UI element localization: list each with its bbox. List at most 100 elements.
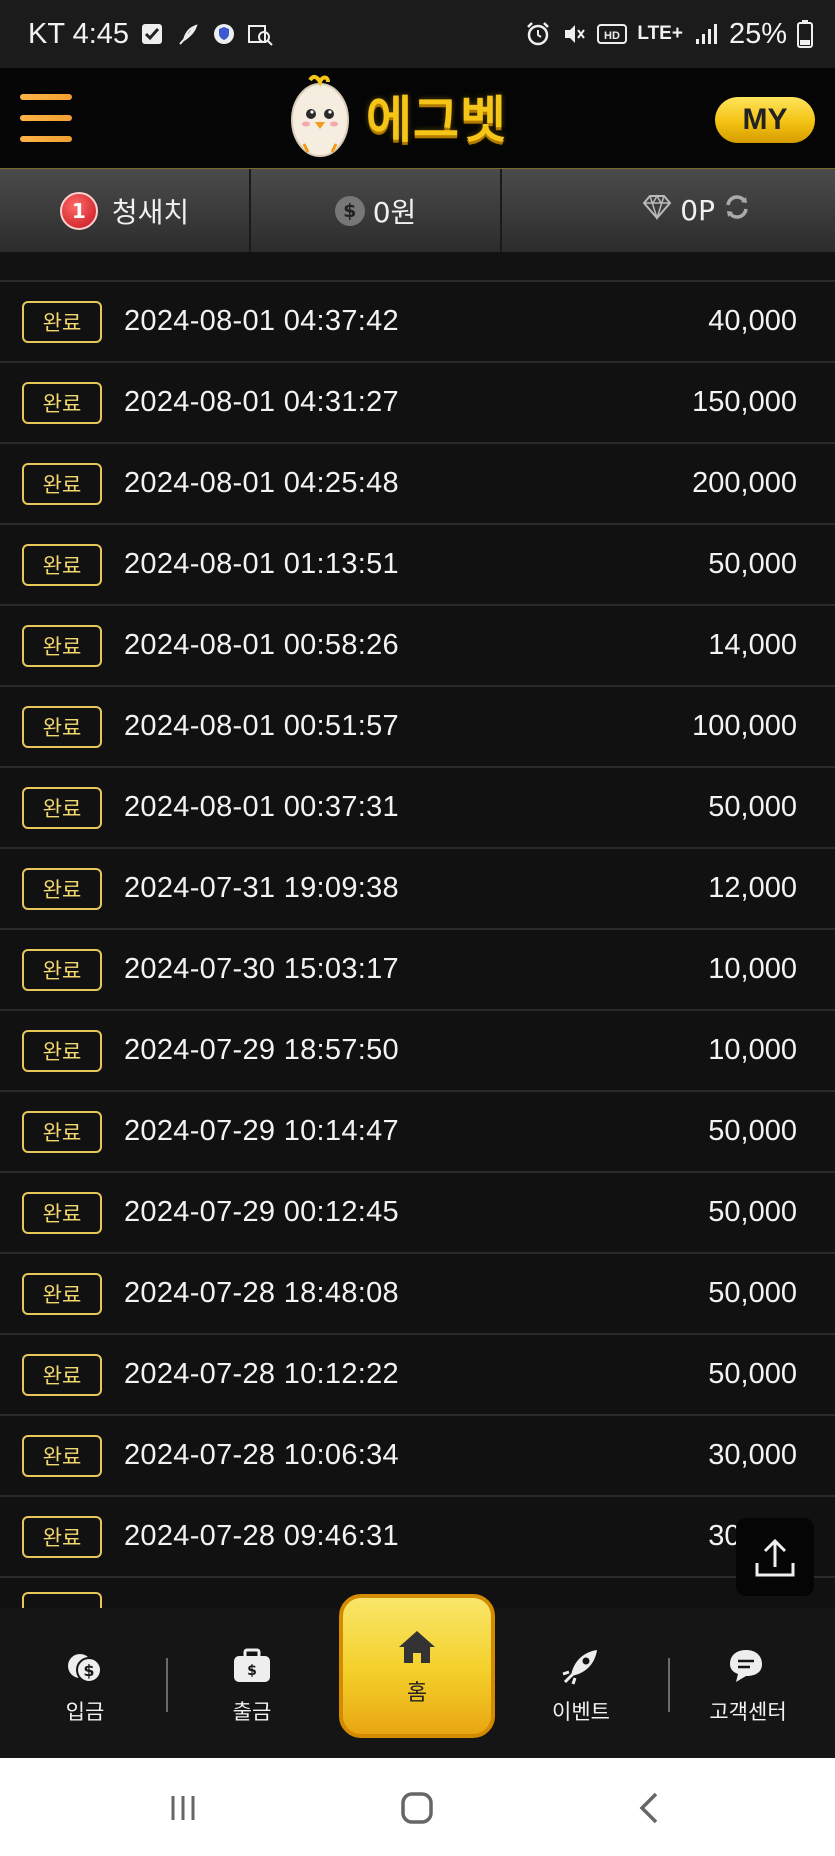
user-level-cell[interactable]: 1 청새치 — [0, 169, 251, 252]
scroll-to-top-button[interactable] — [736, 1518, 814, 1596]
transaction-datetime: 2024-08-01 04:37:42 — [124, 305, 399, 337]
back-chevron-icon — [639, 1792, 658, 1824]
logo-text: 에그벳 — [366, 91, 507, 149]
table-row[interactable]: 완료 2024-08-01 00:37:31 50,000 — [0, 768, 835, 849]
transaction-datetime: 2024-08-01 00:58:26 — [124, 629, 399, 661]
transaction-datetime: 2024-08-01 00:37:31 — [124, 791, 399, 823]
home-system-button[interactable] — [387, 1780, 447, 1836]
nav-event-label: 이벤트 — [552, 1700, 610, 1724]
table-row[interactable]: 완료 2024-07-28 18:48:08 50,000 — [0, 1254, 835, 1335]
nav-divider — [166, 1658, 168, 1712]
status-badge: 완료 — [22, 787, 102, 829]
status-badge: 완료 — [22, 949, 102, 991]
table-row[interactable]: 완료2024-07-28 09:46:3130,000 — [0, 1497, 835, 1578]
transaction-datetime: 2024-07-31 19:09:38 — [124, 872, 399, 904]
transaction-list[interactable]: 완료 2024-08-01 04:37:42 40,000 완료 2024-08-01 … — [0, 252, 835, 1608]
level-badge: 1 — [59, 191, 98, 230]
home-square-icon — [401, 1792, 433, 1824]
svg-text:$: $ — [83, 1661, 94, 1680]
back-button[interactable] — [620, 1780, 680, 1836]
money-cell[interactable]: $ 0원 — [251, 169, 502, 252]
nav-divider — [668, 1658, 670, 1712]
transaction-amount: 100,000 — [692, 710, 797, 742]
status-badge: 완료 — [22, 1111, 102, 1153]
chat-icon — [730, 1650, 762, 1682]
bottom-nav: $ 입금 $ 출금 홈 이벤트 고객센터 — [0, 1594, 835, 1758]
nav-home-button[interactable]: 홈 — [339, 1594, 495, 1738]
logo[interactable]: 에그벳 — [288, 74, 507, 158]
my-button[interactable]: MY — [715, 97, 815, 143]
table-row[interactable]: 완료 2024-08-01 00:51:57 100,000 — [0, 687, 835, 768]
table-row[interactable]: 완료 2024-07-30 15:03:17 10,000 — [0, 930, 835, 1011]
transaction-amount: 10,000 — [708, 953, 797, 985]
refresh-icon[interactable] — [723, 193, 751, 228]
transaction-datetime: 2024-07-28 18:48:08 — [124, 1277, 399, 1309]
transaction-amount: 14,000 — [708, 629, 797, 661]
table-row[interactable]: 완료 2024-08-01 04:25:48 200,000 — [0, 444, 835, 525]
status-badge: 완료 — [22, 1192, 102, 1234]
points-cell[interactable]: 0P — [502, 169, 835, 252]
recent-apps-button[interactable] — [153, 1780, 213, 1836]
coins-icon: $ — [68, 1654, 102, 1683]
nav-home-label: 홈 — [406, 1681, 428, 1706]
table-row[interactable]: 완료 2024-07-29 18:57:50 10,000 — [0, 1011, 835, 1092]
transaction-datetime: 2024-07-28 10:06:34 — [124, 1439, 399, 1471]
transaction-amount: 50,000 — [708, 791, 797, 823]
table-row[interactable]: 완료 2024-07-28 10:06:34 30,000 — [0, 1416, 835, 1497]
status-badge — [22, 1592, 102, 1608]
app-header: 에그벳 MY — [0, 68, 835, 168]
status-bar: KT 4:45 HD LTE+ 25% — [0, 0, 835, 68]
battery-percent: 25% — [728, 17, 787, 50]
status-right: HD LTE+ 25% — [525, 18, 813, 51]
transaction-datetime: 2024-07-28 09:46:31 — [124, 1520, 399, 1552]
menu-icon[interactable] — [20, 94, 72, 142]
table-row[interactable]: 완료 2024-08-01 01:13:51 50,000 — [0, 525, 835, 606]
list-header — [0, 252, 835, 282]
status-badge: 완료 — [22, 1435, 102, 1477]
recent-apps-icon — [171, 1796, 195, 1820]
table-row[interactable]: 완료 2024-07-31 19:09:38 12,000 — [0, 849, 835, 930]
transaction-datetime: 2024-08-01 00:51:57 — [124, 710, 399, 742]
status-badge: 완료 — [22, 868, 102, 910]
transaction-amount: 50,000 — [708, 1196, 797, 1228]
mute-icon — [561, 21, 587, 47]
status-badge: 완료 — [22, 544, 102, 586]
transaction-datetime: 2024-07-29 00:12:45 — [124, 1196, 399, 1228]
table-row[interactable]: 완료 2024-08-01 04:37:42 40,000 — [0, 282, 835, 363]
transaction-amount: 12,000 — [708, 872, 797, 904]
nav-deposit[interactable]: $ 입금 — [25, 1644, 145, 1726]
transaction-amount: 50,000 — [708, 1277, 797, 1309]
user-info-bar: 1 청새치 $ 0원 0P — [0, 168, 835, 252]
hd-icon: HD — [597, 21, 628, 47]
table-row[interactable]: 완료 2024-07-29 10:14:47 50,000 — [0, 1092, 835, 1173]
nav-support-label: 고객센터 — [709, 1700, 787, 1724]
status-badge: 완료 — [22, 1354, 102, 1396]
transaction-amount: 200,000 — [692, 467, 797, 499]
points-amount: 0P — [680, 194, 715, 227]
transaction-amount: 150,000 — [692, 386, 797, 418]
transaction-amount: 50,000 — [708, 1358, 797, 1390]
status-left: KT 4:45 — [28, 18, 273, 51]
nav-event[interactable]: 이벤트 — [521, 1644, 641, 1726]
transaction-amount: 50,000 — [708, 1115, 797, 1147]
status-badge: 완료 — [22, 625, 102, 667]
transaction-amount: 30,000 — [708, 1439, 797, 1471]
network-type: LTE+ — [637, 23, 683, 44]
table-row[interactable]: 완료 2024-07-29 00:12:45 50,000 — [0, 1173, 835, 1254]
table-row[interactable]: 완료 2024-07-28 10:12:22 50,000 — [0, 1335, 835, 1416]
battery-icon — [797, 20, 813, 48]
alarm-icon — [525, 21, 551, 47]
nav-support[interactable]: 고객센터 — [688, 1644, 808, 1726]
table-row[interactable]: 완료 2024-08-01 00:58:26 14,000 — [0, 606, 835, 687]
status-badge: 완료 — [22, 1030, 102, 1072]
status-badge: 완료 — [22, 463, 102, 505]
transaction-datetime: 2024-07-29 10:14:47 — [124, 1115, 399, 1147]
status-badge: 완료 — [22, 1516, 102, 1558]
nav-withdraw[interactable]: $ 출금 — [192, 1644, 312, 1726]
transaction-amount: 50,000 — [708, 548, 797, 580]
transaction-datetime: 2024-08-01 01:13:51 — [124, 548, 399, 580]
status-badge: 완료 — [22, 382, 102, 424]
svg-text:$: $ — [247, 1663, 257, 1679]
transaction-datetime: 2024-07-30 15:03:17 — [124, 953, 399, 985]
table-row[interactable]: 완료 2024-08-01 04:31:27 150,000 — [0, 363, 835, 444]
